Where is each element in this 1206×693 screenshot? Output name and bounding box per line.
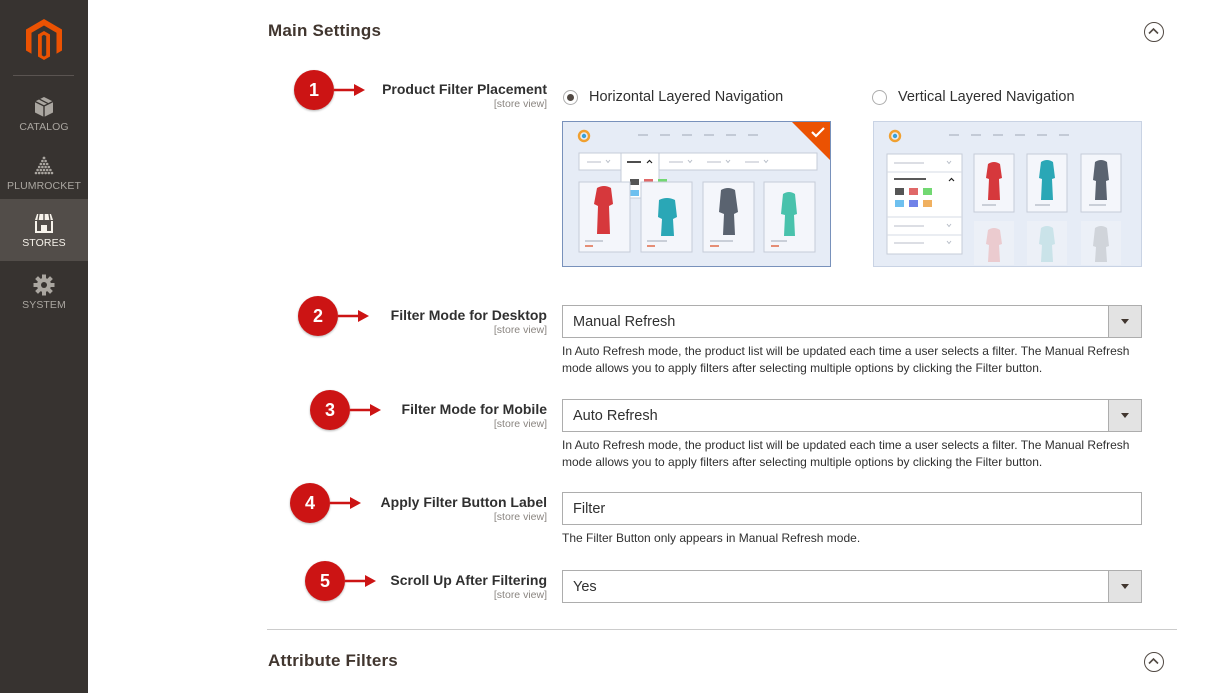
scope-label: [store view] xyxy=(493,589,547,601)
plumrocket-icon xyxy=(34,156,54,175)
chevron-down-icon[interactable] xyxy=(1108,400,1141,431)
selected-check-icon xyxy=(792,122,830,160)
vertical-navigation-option[interactable]: Vertical Layered Navigation xyxy=(872,87,1075,107)
chevron-up-icon xyxy=(1148,27,1159,35)
admin-sidebar: CATALOG PLUMROCKET STORES SYSTEM xyxy=(0,0,88,693)
mobile-mode-select[interactable]: Auto Refresh xyxy=(562,399,1142,432)
arrow-right-icon xyxy=(330,497,361,509)
horizontal-navigation-preview[interactable] xyxy=(562,121,831,267)
step-badge-1: 1 xyxy=(294,70,334,110)
scope-label: [store view] xyxy=(493,511,547,523)
horizontal-navigation-option[interactable]: Horizontal Layered Navigation xyxy=(563,87,783,107)
sidebar-item-plumrocket[interactable]: PLUMROCKET xyxy=(0,142,88,204)
cube-icon xyxy=(34,97,54,117)
field-label-text: Filter Mode for Mobile xyxy=(401,401,547,417)
main-settings-title[interactable]: Main Settings xyxy=(268,21,381,41)
collapse-attribute-filters-button[interactable] xyxy=(1144,652,1164,672)
mobile-mode-note: In Auto Refresh mode, the product list w… xyxy=(562,438,1130,469)
step-badge-2: 2 xyxy=(298,296,338,336)
scroll-up-select[interactable]: Yes xyxy=(562,570,1142,603)
placement-label: Product Filter Placement [store view] xyxy=(382,81,547,110)
select-value: Yes xyxy=(573,579,597,595)
scope-label: [store view] xyxy=(493,418,547,430)
section-divider xyxy=(267,629,1177,630)
desktop-mode-label: Filter Mode for Desktop [store view] xyxy=(391,307,547,336)
gear-icon xyxy=(33,274,55,296)
sidebar-item-system[interactable]: SYSTEM xyxy=(0,261,88,323)
chevron-down-icon[interactable] xyxy=(1108,306,1141,337)
horizontal-radio[interactable] xyxy=(563,89,578,105)
button-label-note: The Filter Button only appears in Manual… xyxy=(562,531,861,545)
step-badge-4: 4 xyxy=(290,483,330,523)
select-value: Auto Refresh xyxy=(573,408,658,424)
chevron-up-icon xyxy=(1148,657,1159,665)
sidebar-divider xyxy=(13,75,74,76)
radio-label: Horizontal Layered Navigation xyxy=(589,89,784,105)
sidebar-item-stores[interactable]: STORES xyxy=(0,199,88,261)
step-badge-5: 5 xyxy=(305,561,345,601)
step-badge-3: 3 xyxy=(310,390,350,430)
filter-button-label-input[interactable] xyxy=(562,492,1142,525)
mobile-mode-label: Filter Mode for Mobile [store view] xyxy=(402,401,547,430)
vertical-radio[interactable] xyxy=(872,89,887,105)
field-label-text: Apply Filter Button Label xyxy=(380,494,547,510)
arrow-right-icon xyxy=(334,84,365,96)
attribute-filters-title[interactable]: Attribute Filters xyxy=(268,651,398,671)
arrow-right-icon xyxy=(350,404,381,416)
store-icon xyxy=(35,213,53,233)
scope-label: [store view] xyxy=(493,324,547,336)
collapse-main-settings-button[interactable] xyxy=(1144,22,1164,42)
sidebar-item-label: STORES xyxy=(22,237,66,249)
button-label-label: Apply Filter Button Label [store view] xyxy=(381,494,547,523)
desktop-mode-select[interactable]: Manual Refresh xyxy=(562,305,1142,338)
field-label-text: Product Filter Placement xyxy=(382,81,547,97)
select-value: Manual Refresh xyxy=(573,314,676,330)
radio-label: Vertical Layered Navigation xyxy=(898,89,1075,105)
arrow-right-icon xyxy=(345,575,376,587)
vertical-navigation-preview[interactable] xyxy=(873,121,1142,267)
chevron-down-icon[interactable] xyxy=(1108,571,1141,602)
scroll-up-label: Scroll Up After Filtering [store view] xyxy=(390,572,547,601)
magento-logo[interactable] xyxy=(25,18,63,62)
sidebar-item-catalog[interactable]: CATALOG xyxy=(0,83,88,145)
arrow-right-icon xyxy=(338,310,369,322)
scope-label: [store view] xyxy=(493,98,547,110)
field-label-text: Filter Mode for Desktop xyxy=(390,307,547,323)
sidebar-item-label: CATALOG xyxy=(19,121,69,133)
desktop-mode-note: In Auto Refresh mode, the product list w… xyxy=(562,344,1130,375)
sidebar-item-label: PLUMROCKET xyxy=(7,180,81,192)
sidebar-item-label: SYSTEM xyxy=(22,299,66,311)
vertical-preview-illustration xyxy=(886,129,1122,265)
field-label-text: Scroll Up After Filtering xyxy=(390,572,547,588)
